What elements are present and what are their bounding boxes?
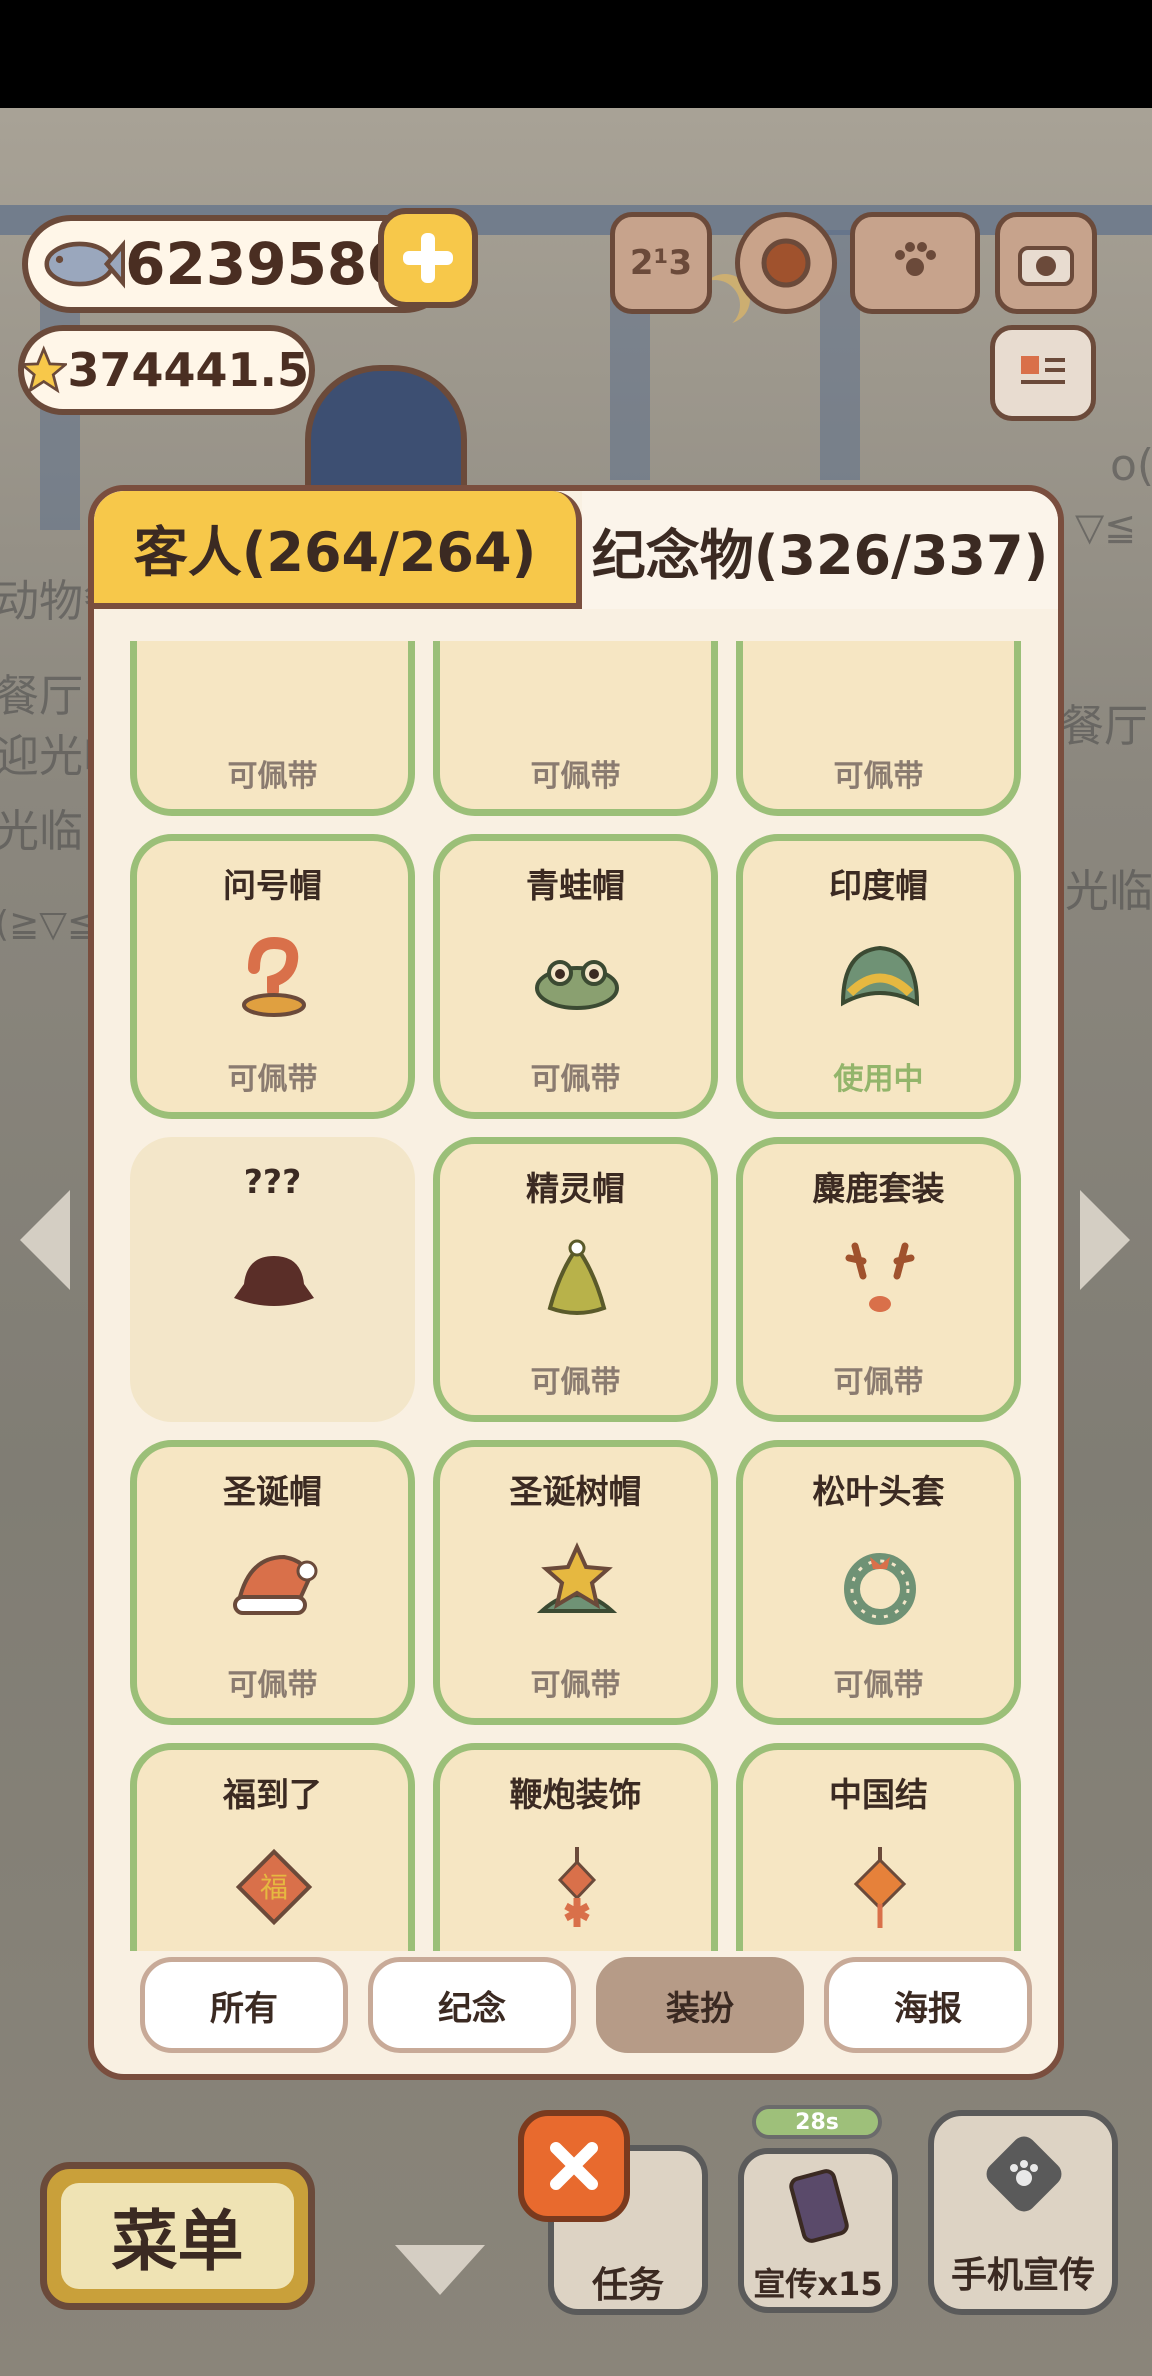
pine-wreath-icon: [835, 1539, 925, 1629]
background-sign-text: 光临: [1065, 866, 1152, 917]
souvenir-card[interactable]: 可佩带: [433, 641, 718, 816]
souvenir-card[interactable]: 可佩带: [130, 641, 415, 816]
question-hat-icon: [229, 933, 319, 1023]
souvenir-card-status: 可佩带: [530, 759, 621, 794]
background-sign-text: 光临: [0, 806, 83, 857]
christmas-tree-hat-icon: [532, 1539, 622, 1629]
collection-dialog: 客人(264/264) 纪念物(326/337) 可佩带 可佩带 可佩带 问号帽 可佩带…: [88, 485, 1064, 2080]
souvenir-card-status: 可佩带: [227, 1062, 318, 1097]
camera-icon[interactable]: [995, 212, 1097, 314]
tab-souvenirs-label: 纪念物(326/337): [591, 523, 1049, 587]
souvenir-card[interactable]: 精灵帽 可佩带: [433, 1137, 718, 1422]
scroll-right-arrow-icon[interactable]: [1080, 1190, 1130, 1290]
filter-poster-button[interactable]: 海报: [824, 1957, 1032, 2053]
souvenir-card-status: 可佩带: [227, 759, 318, 794]
background-sign-text: 餐厅: [0, 671, 83, 722]
svg-text:福: 福: [260, 1871, 288, 1904]
collapse-arrow-icon[interactable]: [395, 2245, 485, 2295]
menu-board[interactable]: 菜单: [40, 2162, 315, 2310]
frog-hat-icon: [532, 933, 622, 1023]
unknown-hat-silhouette-icon: [229, 1236, 319, 1326]
add-fish-button[interactable]: [378, 208, 478, 308]
souvenir-card-name: 麋鹿套装: [812, 1169, 945, 1208]
souvenir-card-status: 可佩带: [530, 1062, 621, 1097]
chinese-knot-icon: [835, 1842, 925, 1932]
souvenir-card-name: 印度帽: [829, 866, 928, 905]
souvenir-card[interactable]: 鞭炮装饰: [433, 1743, 718, 1951]
ranking-podium-icon[interactable]: 2¹3: [610, 212, 712, 314]
souvenir-card[interactable]: 可佩带: [736, 641, 1021, 816]
souvenir-card-status: 可佩带: [227, 1668, 318, 1703]
souvenir-card[interactable]: 问号帽 可佩带: [130, 834, 415, 1119]
tab-guests-label: 客人(264/264): [133, 520, 537, 584]
souvenir-card[interactable]: 青蛙帽 可佩带: [433, 834, 718, 1119]
close-button[interactable]: [518, 2110, 630, 2222]
star-currency: 374441.5: [18, 325, 315, 415]
star-count: 374441.5: [67, 343, 309, 397]
souvenir-card[interactable]: 圣诞帽 可佩带: [130, 1440, 415, 1725]
firecracker-icon: [532, 1842, 622, 1932]
newspaper-icon[interactable]: [990, 325, 1096, 421]
souvenir-card-name: 问号帽: [223, 866, 322, 905]
close-icon: [550, 2142, 598, 2190]
phone-paw-icon: [986, 2136, 1062, 2212]
filter-label: 所有: [210, 1988, 278, 2029]
promo-phone-icon: [789, 2169, 849, 2243]
filter-all-button[interactable]: 所有: [140, 1957, 348, 2053]
reindeer-antlers-icon: [835, 1236, 925, 1326]
star-icon: [20, 345, 68, 394]
souvenir-card-status: 使用中: [833, 1062, 924, 1097]
promo-button[interactable]: 宣传x15: [738, 2148, 898, 2313]
souvenir-card[interactable]: ???: [130, 1137, 415, 1422]
paw-book-icon[interactable]: [850, 212, 980, 314]
souvenir-card-status: 可佩带: [530, 1365, 621, 1400]
souvenir-card-name: 鞭炮装饰: [509, 1775, 642, 1814]
filter-label: 装扮: [666, 1988, 734, 2029]
souvenir-card[interactable]: 麋鹿套装 可佩带: [736, 1137, 1021, 1422]
phone-promo-button[interactable]: 手机宣传: [928, 2110, 1118, 2315]
promo-timer-label: 28s: [795, 2109, 839, 2135]
status-bar: [0, 0, 1152, 108]
souvenir-card-name: ???: [243, 1162, 302, 1201]
souvenir-card-name: 福到了: [223, 1775, 322, 1814]
background-sign-text: ▽≦: [1075, 505, 1137, 549]
souvenir-card-name: 青蛙帽: [526, 866, 625, 905]
filter-label: 海报: [894, 1988, 962, 2029]
souvenir-card[interactable]: 松叶头套 可佩带: [736, 1440, 1021, 1725]
filter-souvenir-button[interactable]: 纪念: [368, 1957, 576, 2053]
turban-icon: [835, 933, 925, 1023]
phone-promo-label: 手机宣传: [950, 2255, 1095, 2296]
filter-dressup-button[interactable]: 装扮: [596, 1957, 804, 2053]
fish-icon: [44, 239, 126, 289]
filter-label: 纪念: [438, 1988, 506, 2029]
promo-label: 宣传x15: [753, 2265, 883, 2303]
souvenir-card[interactable]: 中国结: [736, 1743, 1021, 1951]
promo-timer: 28s: [752, 2105, 882, 2139]
fu-charm-icon: 福: [229, 1842, 319, 1932]
tab-guests[interactable]: 客人(264/264): [94, 491, 582, 609]
souvenir-card[interactable]: 印度帽 使用中: [736, 834, 1021, 1119]
background-sign-text: 餐厅: [1060, 701, 1148, 752]
souvenir-card-name: 圣诞树帽: [509, 1472, 642, 1511]
souvenir-card-status: 可佩带: [530, 1668, 621, 1703]
settings-gear-icon[interactable]: [735, 212, 837, 314]
souvenir-card-status: 可佩带: [833, 759, 924, 794]
souvenir-card-name: 圣诞帽: [223, 1472, 322, 1511]
souvenir-card-status: 可佩带: [833, 1668, 924, 1703]
background-sign-text: o(: [1110, 440, 1152, 491]
menu-button-label: 菜单: [61, 2183, 294, 2289]
item-grid[interactable]: 可佩带 可佩带 可佩带 问号帽 可佩带 青蛙帽 可佩带 印度帽 使用中??? 精灵帽 可佩带 麋鹿套装…: [130, 641, 1034, 1951]
souvenir-card[interactable]: 福到了福: [130, 1743, 415, 1951]
souvenir-card-name: 中国结: [829, 1775, 928, 1814]
souvenir-card-name: 精灵帽: [526, 1169, 625, 1208]
task-label: 任务: [591, 2265, 664, 2306]
souvenir-card-name: 松叶头套: [812, 1472, 945, 1511]
souvenir-card[interactable]: 圣诞树帽 可佩带: [433, 1440, 718, 1725]
elf-hat-icon: [532, 1236, 622, 1326]
scroll-left-arrow-icon[interactable]: [20, 1190, 70, 1290]
souvenir-card-status: 可佩带: [833, 1365, 924, 1400]
tab-souvenirs[interactable]: 纪念物(326/337): [582, 491, 1058, 609]
santa-hat-icon: [229, 1539, 319, 1629]
plus-icon: [403, 233, 453, 283]
